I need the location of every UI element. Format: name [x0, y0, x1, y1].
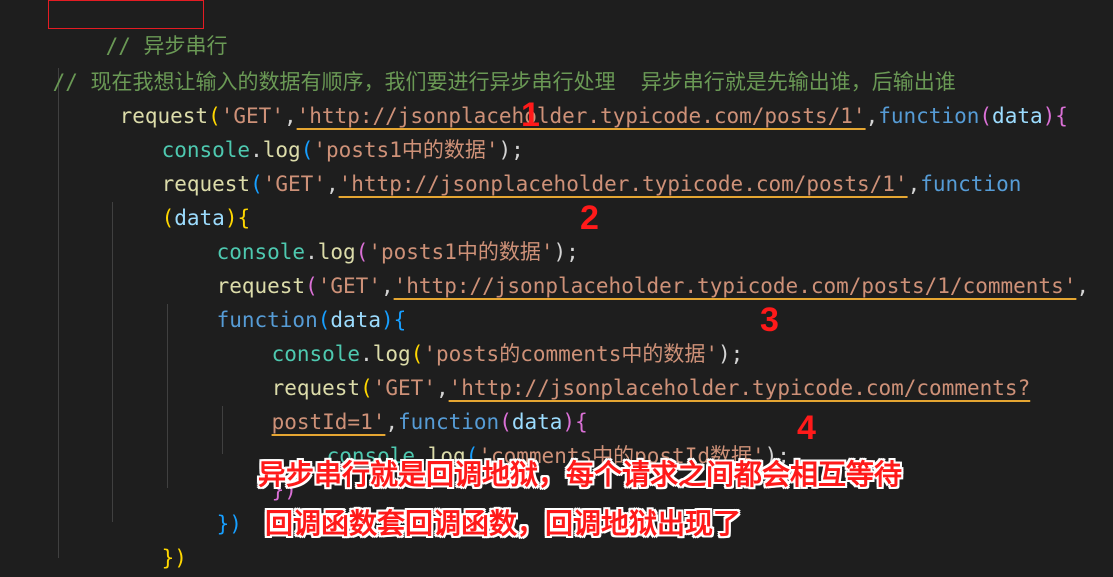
url-string[interactable]: 'http://jsonplaceholder.typicode.com/pos…	[394, 274, 1077, 298]
code-line[interactable]: // 现在我想让输入的数据有顺序，我们要进行异步串行处理 异步串行就是先输出谁，…	[2, 31, 956, 94]
closing-brace: })	[161, 546, 187, 570]
code-editor[interactable]: // 异步串行 // 现在我想让输入的数据有顺序，我们要进行异步串行处理 异步串…	[0, 0, 1113, 577]
comma: ,	[1076, 274, 1090, 298]
code-line[interactable]: request('GET','http://jsonplaceholder.ty…	[69, 65, 1068, 128]
code-line[interactable]: console.log('posts1中的数据');	[111, 99, 524, 162]
closing-brace: })	[216, 512, 242, 536]
code-line[interactable]: function(data){	[166, 269, 407, 332]
url-string[interactable]: 'http://jsonplaceholder.typicode.com/pos…	[339, 172, 908, 196]
code-line[interactable]: postId=1',function(data){	[221, 371, 588, 434]
paren: (	[250, 172, 263, 196]
paren: (	[979, 104, 993, 128]
paren: )	[1042, 104, 1056, 128]
step-marker-1: 1	[521, 96, 540, 134]
code-line[interactable]: request('GET','http://jsonplaceholder.ty…	[166, 235, 1089, 298]
annotation-callback-hell: 异步串行就是回调地狱，每个请求之间都会相互等待	[258, 458, 903, 491]
step-marker-4: 4	[797, 409, 816, 447]
code-line[interactable]: })	[166, 473, 242, 536]
code-line[interactable]: request('GET','http://jsonplaceholder.ty…	[111, 133, 1022, 196]
annotation-nested-callbacks: 回调函数套回调函数，回调地狱出现了	[265, 507, 742, 540]
comma: ,	[907, 172, 921, 196]
comma: ,	[865, 104, 879, 128]
code-line[interactable]: })	[56, 541, 132, 575]
code-line[interactable]: console.log('posts1中的数据');	[166, 201, 579, 264]
step-marker-2: 2	[580, 199, 599, 237]
indent-guide	[58, 68, 59, 558]
string-literal: 'GET'	[262, 172, 326, 196]
step-marker-3: 3	[760, 301, 779, 339]
brace: {	[1055, 104, 1068, 128]
code-line[interactable]: console.log('posts的comments中的数据');	[221, 303, 744, 366]
keyword: function	[878, 104, 980, 128]
code-line[interactable]: // 异步串行	[55, 0, 228, 58]
code-line[interactable]: (data){	[111, 167, 251, 230]
code-line[interactable]: })	[111, 507, 187, 570]
keyword: function	[920, 172, 1022, 196]
code-line[interactable]: request('GET','http://jsonplaceholder.ty…	[221, 337, 1031, 400]
code-line[interactable]: console.log('comments中的postId数据');	[276, 405, 790, 468]
comma: ,	[325, 172, 339, 196]
parameter: data	[992, 104, 1043, 128]
